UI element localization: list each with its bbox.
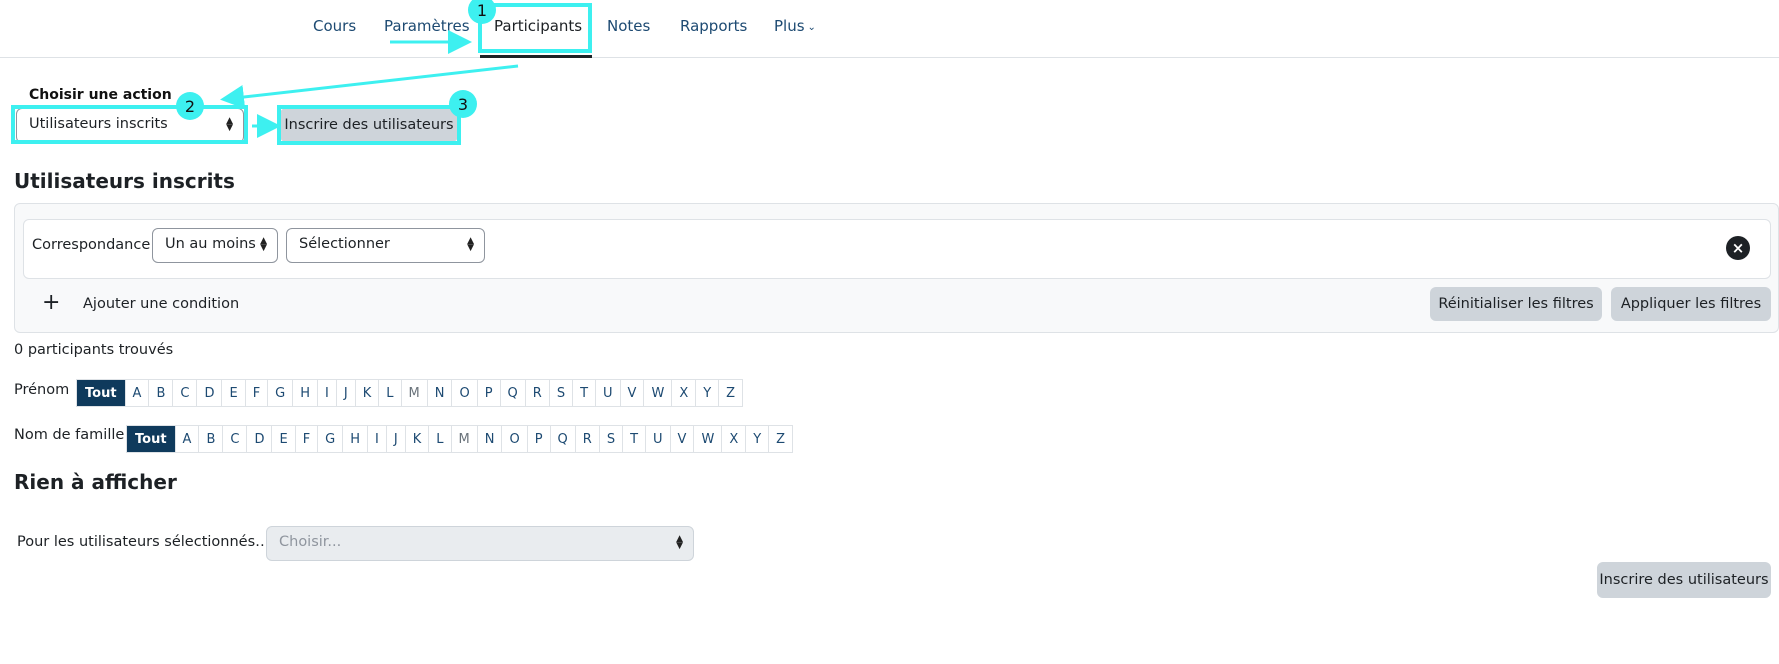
firstname-initial-s[interactable]: S — [550, 380, 574, 406]
apply-filters-button[interactable]: Appliquer les filtres — [1611, 287, 1771, 321]
badge-2: 2 — [176, 92, 204, 120]
lastname-initial-c[interactable]: C — [223, 426, 248, 452]
lastname-initial-s[interactable]: S — [600, 426, 624, 452]
firstname-all[interactable]: Tout — [77, 380, 126, 406]
badge-3: 3 — [449, 90, 477, 118]
enrol-users-bottom-button[interactable]: Inscrire des utilisateurs — [1597, 562, 1771, 598]
firstname-initial-l[interactable]: L — [379, 380, 402, 406]
firstname-initial-v[interactable]: V — [621, 380, 645, 406]
match-label: Correspondance — [32, 237, 151, 253]
select-arrows-icon: ▲ ▼ — [676, 534, 683, 551]
select-arrows-icon: ▲ ▼ — [467, 236, 474, 253]
select-arrows-icon: ▲ ▼ — [260, 236, 267, 253]
lastname-initial-i[interactable]: I — [368, 426, 387, 452]
participants-count: 0 participants trouvés — [14, 342, 174, 358]
firstname-initial-a[interactable]: A — [126, 380, 150, 406]
filter-type-select[interactable]: Sélectionner ▲ ▼ — [286, 228, 485, 263]
lastname-initial-h[interactable]: H — [343, 426, 369, 452]
lastname-initial-q[interactable]: Q — [551, 426, 576, 452]
firstname-initial-q[interactable]: Q — [501, 380, 526, 406]
bulk-action-select[interactable]: Choisir... ▲ ▼ — [266, 526, 694, 561]
firstname-initial-w[interactable]: W — [644, 380, 673, 406]
remove-condition-icon[interactable]: × — [1726, 236, 1750, 260]
arrow-to-action — [220, 64, 519, 109]
filter-type-value: Sélectionner — [299, 236, 390, 252]
bulk-action-placeholder: Choisir... — [279, 534, 342, 550]
firstname-initial-m[interactable]: M — [402, 380, 428, 406]
add-condition-link[interactable]: Ajouter une condition — [83, 296, 239, 312]
lastname-initial-y[interactable]: Y — [746, 426, 770, 452]
lastname-initial-r[interactable]: R — [576, 426, 600, 452]
firstname-initial-f[interactable]: F — [246, 380, 269, 406]
lastname-initial-o[interactable]: O — [502, 426, 528, 452]
lastname-initials-bar: Tout ABCDEFGHIJKLMNOPQRSTUVWXYZ — [126, 425, 794, 453]
lastname-initial-t[interactable]: T — [623, 426, 647, 452]
lastname-initial-e[interactable]: E — [272, 426, 296, 452]
lastname-initial-d[interactable]: D — [247, 426, 273, 452]
plus-icon[interactable]: + — [42, 292, 60, 314]
lastname-initial-w[interactable]: W — [694, 426, 723, 452]
lastname-initial-g[interactable]: G — [318, 426, 344, 452]
lastname-initial-b[interactable]: B — [199, 426, 224, 452]
firstname-initial-r[interactable]: R — [526, 380, 550, 406]
lastname-initial-k[interactable]: K — [406, 426, 430, 452]
lastname-initial-a[interactable]: A — [176, 426, 200, 452]
match-select-value: Un au moins — [165, 236, 256, 252]
section-title: Utilisateurs inscrits — [14, 169, 235, 193]
firstname-initial-t[interactable]: T — [573, 380, 597, 406]
firstname-initial-x[interactable]: X — [672, 380, 697, 406]
reset-filters-button[interactable]: Réinitialiser les filtres — [1430, 287, 1602, 321]
lastname-initial-n[interactable]: N — [478, 426, 503, 452]
firstname-initial-i[interactable]: I — [318, 380, 337, 406]
firstname-initial-e[interactable]: E — [222, 380, 246, 406]
lastname-initial-x[interactable]: X — [722, 426, 747, 452]
firstname-initial-y[interactable]: Y — [696, 380, 720, 406]
firstname-initial-b[interactable]: B — [149, 380, 174, 406]
firstname-initial-p[interactable]: P — [478, 380, 501, 406]
firstname-initial-c[interactable]: C — [173, 380, 198, 406]
firstname-initial-k[interactable]: K — [356, 380, 380, 406]
firstname-initial-o[interactable]: O — [452, 380, 478, 406]
lastname-initial-u[interactable]: U — [646, 426, 671, 452]
lastname-initial-l[interactable]: L — [429, 426, 452, 452]
highlight-action-select — [11, 105, 248, 144]
firstname-initials-bar: Tout ABCDEFGHIJKLMNOPQRSTUVWXYZ — [76, 379, 744, 407]
lastname-initial-m[interactable]: M — [452, 426, 478, 452]
lastname-initial-p[interactable]: P — [528, 426, 551, 452]
firstname-initial-d[interactable]: D — [197, 380, 223, 406]
lastname-initial-z[interactable]: Z — [769, 426, 792, 452]
action-label: Choisir une action — [29, 87, 172, 103]
lastname-all[interactable]: Tout — [127, 426, 176, 452]
match-select[interactable]: Un au moins ▲ ▼ — [152, 228, 278, 263]
firstname-label: Prénom — [14, 382, 70, 398]
firstname-initial-h[interactable]: H — [293, 380, 319, 406]
firstname-initial-z[interactable]: Z — [719, 380, 742, 406]
firstname-initial-j[interactable]: J — [337, 380, 356, 406]
lastname-initial-v[interactable]: V — [671, 426, 695, 452]
bulk-label: Pour les utilisateurs sélectionnés… — [17, 534, 270, 550]
lastname-label: Nom de famille — [14, 427, 125, 443]
firstname-initial-u[interactable]: U — [596, 380, 621, 406]
firstname-initial-g[interactable]: G — [268, 380, 294, 406]
lastname-initial-j[interactable]: J — [387, 426, 406, 452]
firstname-initial-n[interactable]: N — [428, 380, 453, 406]
lastname-initial-f[interactable]: F — [296, 426, 319, 452]
highlight-enrol-button — [277, 105, 461, 145]
empty-title: Rien à afficher — [14, 470, 177, 494]
